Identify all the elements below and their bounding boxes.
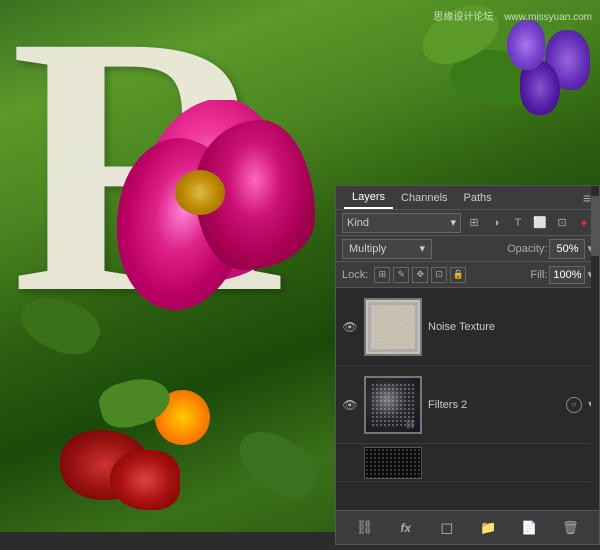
fill-label: Fill: [530,269,547,281]
layer-item-noise-texture[interactable]: 👁 Noise Texture [336,288,599,366]
kind-dropdown[interactable]: Kind ▾ [342,213,461,233]
layer-smart-badge[interactable]: ○ [566,397,582,413]
opacity-label: Opacity: [507,243,547,255]
blend-mode-label: Multiply [349,243,386,255]
layer-item-small[interactable] [336,444,599,482]
blend-mode-dropdown[interactable]: Multiply ▾ [342,239,432,259]
lock-all[interactable]: 🔒 [450,267,466,283]
scrollbar[interactable] [591,186,599,544]
tab-channels[interactable]: Channels [393,188,455,208]
layer-name-noise: Noise Texture [428,321,593,333]
layer-thumb-small [364,447,422,479]
layer-item-filters-2[interactable]: 👁 ⛓ Filters 2 ○ ▾ [336,366,599,444]
lock-artboard[interactable]: ⊡ [431,267,447,283]
tab-paths[interactable]: Paths [456,188,500,208]
layer-thumb-filters: ⛓ [364,376,422,434]
panel-header: Layers Channels Paths ≡ [336,186,599,210]
top-right-foliage [260,0,600,200]
new-group-button[interactable]: 📁 [477,517,499,539]
search-bar: Kind ▾ ⊞ ◑ T ⬜ ⊡ ● [336,210,599,236]
opacity-field: Opacity: 50% ▾ [507,239,593,259]
watermark: 思缘设计论坛 www.missyuan.com [433,8,592,23]
filter-pixel-icon[interactable]: ⊞ [465,214,483,232]
fill-field: Fill: 100% ▾ [530,266,593,284]
add-mask-button[interactable]: ◻ [436,517,458,539]
layer-name-filters: Filters 2 [428,399,560,411]
panel-footer: ⛓ fx ◻ 📁 📄 🗑 [336,510,599,544]
filter-type-icon[interactable]: T [509,214,527,232]
scrollbar-thumb[interactable] [591,196,599,256]
link-layers-button[interactable]: ⛓ [354,517,376,539]
lock-position[interactable]: ✥ [412,267,428,283]
lock-transparent-pixels[interactable]: ⊞ [374,267,390,283]
watermark-text-2: www.missyuan.com [504,12,592,23]
layer-visibility-filters[interactable]: 👁 [342,397,358,413]
opacity-value[interactable]: 50% [549,239,585,259]
layers-list: 👁 Noise Texture 👁 ⛓ [336,288,599,508]
layer-thumb-noise [364,298,422,356]
layer-visibility-noise[interactable]: 👁 [342,319,358,335]
blend-mode-bar: Multiply ▾ Opacity: 50% ▾ [336,236,599,262]
delete-layer-button[interactable]: 🗑 [559,517,581,539]
kind-dropdown-arrow: ▾ [450,216,456,229]
fill-value[interactable]: 100% [549,266,585,284]
layers-panel: Layers Channels Paths ≡ Kind ▾ ⊞ ◑ T ⬜ ⊡… [335,185,600,545]
lock-bar: Lock: ⊞ ✎ ✥ ⊡ 🔒 Fill: 100% ▾ [336,262,599,288]
new-layer-button[interactable]: 📄 [518,517,540,539]
filter-smart-icon[interactable]: ⊡ [553,214,571,232]
add-layer-style-button[interactable]: fx [395,517,417,539]
lock-image-pixels[interactable]: ✎ [393,267,409,283]
panel-menu-icon[interactable]: ≡ [583,190,591,206]
lock-label: Lock: [342,269,368,281]
blend-mode-arrow: ▾ [419,242,425,255]
kind-label: Kind [347,217,369,229]
filter-shape-icon[interactable]: ⬜ [531,214,549,232]
filter-adjustment-icon[interactable]: ◑ [487,214,505,232]
watermark-text-1: 思缘设计论坛 [433,12,493,23]
tab-layers[interactable]: Layers [344,187,393,209]
bottom-flowers [60,430,180,530]
